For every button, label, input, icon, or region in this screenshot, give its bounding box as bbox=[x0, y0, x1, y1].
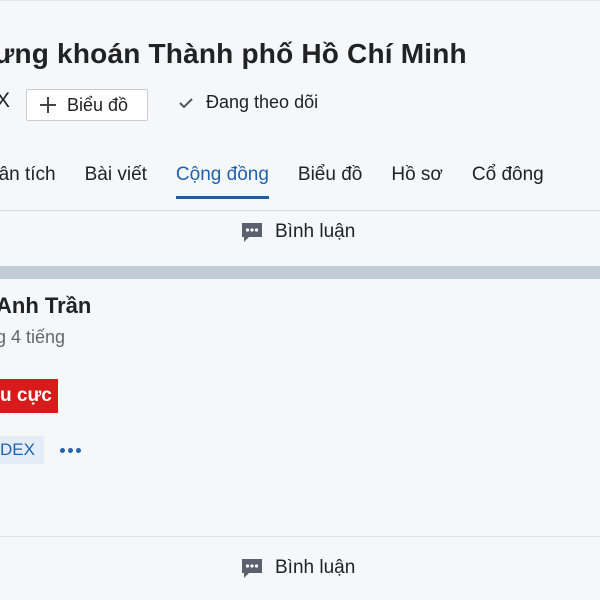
check-icon bbox=[179, 97, 193, 108]
tab-articles[interactable]: Bài viết bbox=[85, 162, 147, 198]
post-divider bbox=[0, 536, 600, 537]
comment-bubble-icon bbox=[242, 223, 262, 242]
more-options-button[interactable] bbox=[58, 438, 82, 462]
tab-chart[interactable]: Biểu đồ bbox=[298, 162, 362, 198]
tab-bar: hân tích Bài viết Cộng đồng Biểu đồ Hồ s… bbox=[0, 162, 573, 199]
tab-shareholders[interactable]: Cổ đông bbox=[472, 162, 544, 198]
ticker-tag[interactable]: DEX bbox=[0, 436, 44, 464]
comment-button[interactable]: Bình luận bbox=[240, 220, 355, 244]
add-to-chart-label: Biểu đồ bbox=[67, 94, 129, 115]
tab-analysis[interactable]: hân tích bbox=[0, 162, 56, 198]
tabs-divider bbox=[0, 210, 600, 211]
ellipsis-icon bbox=[59, 447, 65, 453]
post-comment-button[interactable]: Bình luận bbox=[240, 556, 355, 580]
sentiment-badge: u cực bbox=[0, 379, 58, 413]
tab-profile[interactable]: Hồ sơ bbox=[391, 162, 443, 198]
page-title: ưng khoán Thành phố Hồ Chí Minh bbox=[0, 38, 467, 69]
add-to-chart-button[interactable]: Biểu đồ bbox=[26, 89, 148, 121]
post-time: g 4 tiếng bbox=[0, 327, 66, 347]
following-toggle[interactable]: Đang theo dõi bbox=[178, 92, 318, 113]
top-divider bbox=[0, 0, 600, 1]
comment-label: Bình luận bbox=[275, 221, 356, 242]
post-comment-label: Bình luận bbox=[275, 557, 356, 578]
exchange-ticker: X bbox=[0, 89, 11, 112]
comment-bubble-icon bbox=[242, 559, 262, 578]
section-separator bbox=[0, 266, 600, 279]
post-author[interactable]: Anh Trần bbox=[0, 293, 91, 319]
plus-icon bbox=[40, 97, 56, 113]
following-label: Đang theo dõi bbox=[206, 92, 319, 112]
tab-community[interactable]: Cộng đồng bbox=[175, 162, 269, 199]
